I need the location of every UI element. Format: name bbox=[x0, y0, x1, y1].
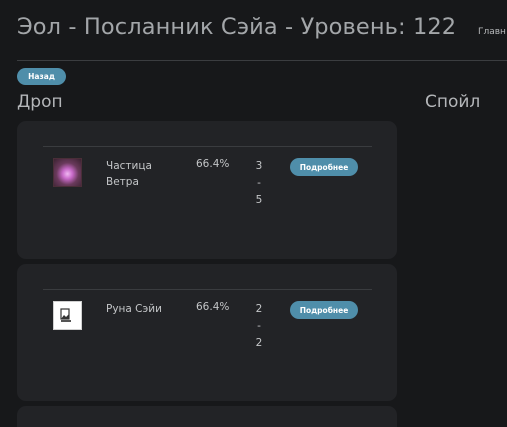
item-name: Руна Сэйи bbox=[106, 303, 162, 315]
row-divider bbox=[43, 146, 372, 147]
row-divider bbox=[43, 289, 372, 290]
page-title: Эол - Посланник Сэйа - Уровень: 122 bbox=[17, 14, 457, 40]
item-chance: 66.4% bbox=[196, 158, 230, 170]
quantity-separator: - bbox=[257, 177, 261, 189]
item-name: Частица Ветра bbox=[106, 160, 152, 188]
details-button[interactable]: Подробнее bbox=[290, 301, 358, 319]
drop-item-card: Частица Ветра 66.4% 3 - 5 Подробнее bbox=[17, 121, 397, 259]
quantity-max: 5 bbox=[255, 194, 263, 206]
quantity-separator: - bbox=[257, 320, 261, 332]
header-divider bbox=[17, 60, 507, 61]
broken-image-glyph bbox=[60, 308, 71, 322]
item-quantity: 2 - 2 bbox=[252, 301, 266, 352]
item-quantity: 3 - 5 bbox=[252, 158, 266, 209]
drop-item-card bbox=[17, 406, 397, 427]
drop-item-card: Руна Сэйи 66.4% 2 - 2 Подробнее bbox=[17, 264, 397, 401]
back-button[interactable]: Назад bbox=[17, 68, 66, 85]
broken-image-icon[interactable] bbox=[53, 301, 82, 330]
page: Эол - Посланник Сэйа - Уровень: 122 Глав… bbox=[0, 0, 507, 427]
breadcrumb-home-link[interactable]: Главн bbox=[478, 27, 506, 37]
details-button[interactable]: Подробнее bbox=[290, 158, 358, 176]
drop-section-title: Дроп bbox=[17, 92, 63, 112]
quantity-max: 2 bbox=[255, 337, 263, 349]
quantity-min: 2 bbox=[255, 303, 263, 315]
wind-particle-icon[interactable] bbox=[53, 158, 82, 187]
spoil-section-title: Спойл bbox=[425, 92, 481, 112]
quantity-min: 3 bbox=[255, 160, 263, 172]
item-chance: 66.4% bbox=[196, 301, 230, 313]
